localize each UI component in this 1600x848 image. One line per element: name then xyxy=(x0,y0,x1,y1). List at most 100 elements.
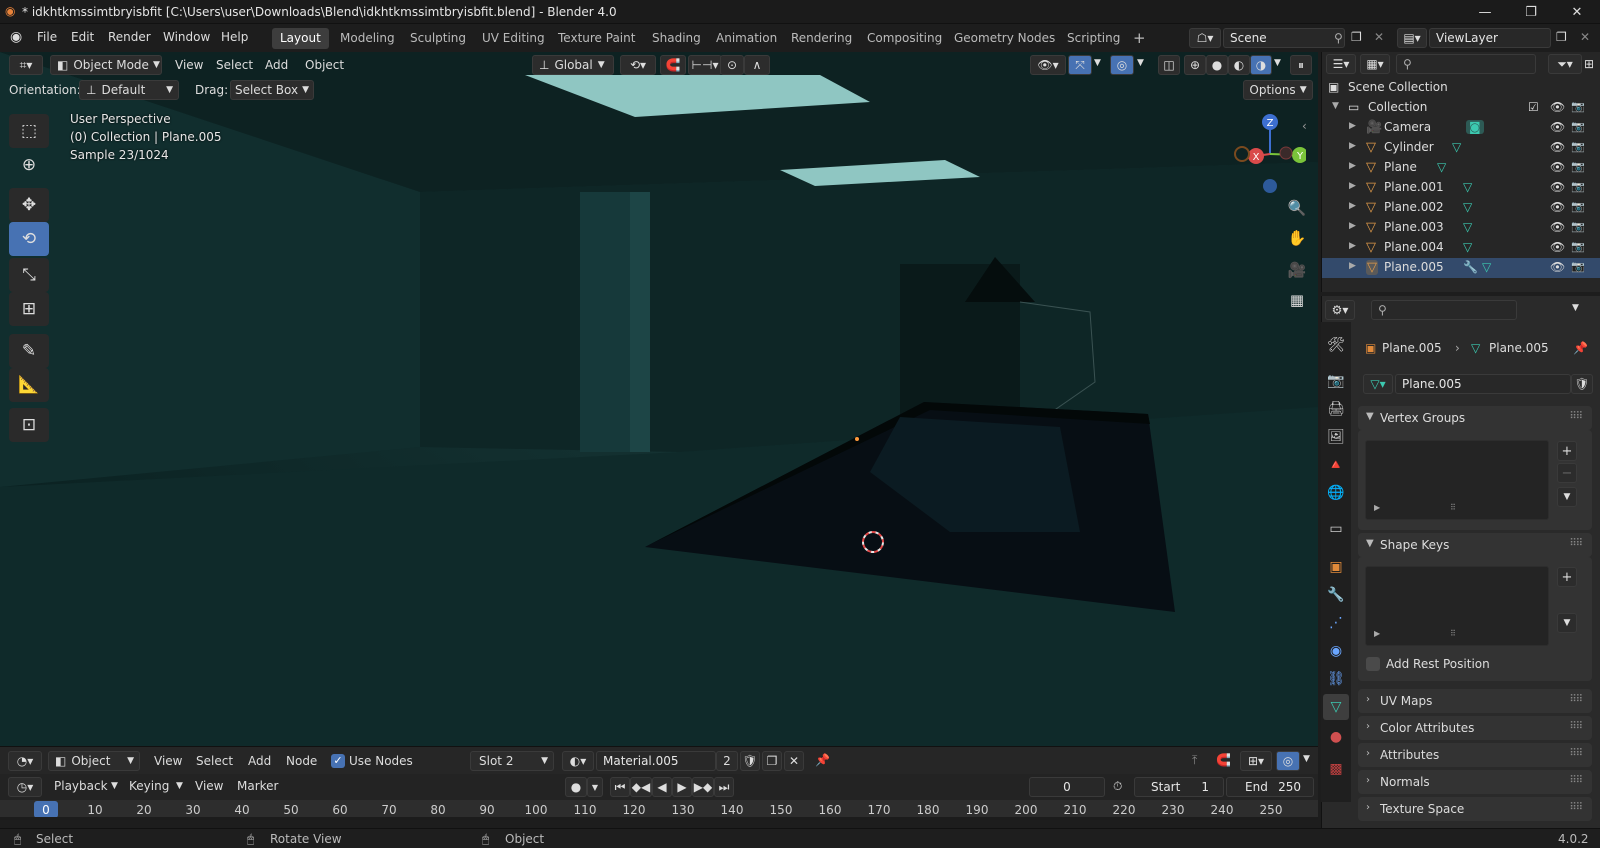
solid-shading-icon[interactable]: ● xyxy=(1206,55,1228,75)
menu-edit[interactable]: Edit xyxy=(71,30,94,44)
menu-window[interactable]: Window xyxy=(163,30,210,44)
eye-icon[interactable]: 👁 xyxy=(1550,180,1565,194)
view-layer-icon[interactable]: ▤▾ xyxy=(1397,28,1427,48)
camera-render-icon[interactable]: 📷 xyxy=(1571,100,1585,113)
snap-icon[interactable]: 🧲 xyxy=(1216,753,1231,767)
timeline-ruler[interactable]: 0 10 20 30 40 50 60 70 80 90 100 110 120 130 140 150 160… xyxy=(0,800,1318,820)
timeline-scrollbar[interactable] xyxy=(0,817,1318,820)
shape-keys-list[interactable]: ▶ ⠿ xyxy=(1365,566,1549,646)
eye-icon[interactable]: 👁 xyxy=(1550,200,1565,214)
pivot-point-icon[interactable]: ⟲▾ xyxy=(620,55,656,75)
camera-render-icon[interactable]: 📷 xyxy=(1571,120,1585,133)
pause-render-icon[interactable]: ⏸ xyxy=(1290,55,1312,75)
scale-tool[interactable]: ⤡ xyxy=(9,258,49,292)
camera-render-icon[interactable]: 📷 xyxy=(1571,240,1585,253)
remove-vertex-group-button[interactable]: − xyxy=(1557,463,1577,483)
uv-maps-panel-header[interactable]: › UV Maps ⠿⠿ xyxy=(1358,689,1592,713)
camera-render-icon[interactable]: 📷 xyxy=(1571,140,1585,153)
mesh-name-field[interactable]: Plane.005 xyxy=(1395,374,1571,394)
new-collection-icon[interactable]: ⊞ xyxy=(1584,57,1594,71)
mesh-browse-icon[interactable]: ▽▾ xyxy=(1363,374,1393,394)
outliner-row-plane[interactable]: ▶ ▽ Plane ▽ 👁 📷 xyxy=(1322,158,1600,178)
material-users-count[interactable]: 2 xyxy=(716,751,738,771)
node-menu-node[interactable]: Node xyxy=(286,754,317,768)
fake-user-shield-icon[interactable]: 🛡 xyxy=(740,751,760,771)
pan-hand-icon[interactable]: ✋ xyxy=(1285,226,1309,250)
eye-icon[interactable]: 👁 xyxy=(1550,100,1565,114)
mesh-data-tab-icon[interactable]: ▽ xyxy=(1323,694,1349,720)
timeline-menu-playback[interactable]: Playback xyxy=(54,779,108,793)
attributes-panel-header[interactable]: › Attributes ⠿⠿ xyxy=(1358,743,1592,767)
mesh-data-icon[interactable]: ▽ xyxy=(1482,260,1491,274)
xray-toggle-icon[interactable]: ◫ xyxy=(1158,55,1180,75)
camera-render-icon[interactable]: 📷 xyxy=(1571,220,1585,233)
pin-icon[interactable]: ⚲ xyxy=(1334,31,1343,45)
mesh-data-icon[interactable]: ▽ xyxy=(1463,200,1472,214)
new-scene-icon[interactable]: ❐ xyxy=(1351,30,1362,44)
drag-grip-icon[interactable]: ⠿⠿ xyxy=(1569,802,1583,813)
scene-selector-icon[interactable]: ☖▾ xyxy=(1189,28,1221,48)
tool-tab-icon[interactable]: 🛠 xyxy=(1323,332,1349,358)
annotate-tool[interactable]: ✎ xyxy=(9,334,49,368)
transform-tool[interactable]: ⊞ xyxy=(9,292,49,326)
outliner-row-camera[interactable]: ▶ 🎥 Camera ◙ 👁 📷 xyxy=(1322,118,1600,138)
visibility-icon[interactable]: 👁▾ xyxy=(1030,55,1066,75)
3d-viewport[interactable]: ⌗▾ ◧ Object Mode ▼ View Select Add Objec… xyxy=(0,52,1318,746)
camera-render-icon[interactable]: 📷 xyxy=(1571,260,1585,273)
end-frame-field[interactable]: End 250 xyxy=(1226,777,1314,797)
material-tab-icon[interactable]: ● xyxy=(1323,724,1349,750)
tab-compositing[interactable]: Compositing xyxy=(859,28,950,49)
jump-to-keyframe-forward-icon[interactable]: ▶◆ xyxy=(692,777,714,797)
minimize-button[interactable]: — xyxy=(1462,0,1508,24)
display-mode-icon[interactable]: ▦▾ xyxy=(1360,54,1390,74)
chevron-down-icon[interactable]: ▼ xyxy=(1094,58,1101,68)
use-nodes-checkbox[interactable]: ✓ xyxy=(331,754,345,768)
breadcrumb-mesh[interactable]: Plane.005 xyxy=(1489,341,1549,355)
outliner-editor-type-icon[interactable]: ☰▾ xyxy=(1326,54,1356,74)
properties-search-input[interactable]: ⚲ xyxy=(1371,300,1517,320)
add-cube-tool[interactable]: ⊡ xyxy=(9,408,49,442)
jump-to-start-icon[interactable]: ⏮ xyxy=(610,777,630,797)
play-reverse-icon[interactable]: ◀ xyxy=(652,777,672,797)
normals-panel-header[interactable]: › Normals ⠿⠿ xyxy=(1358,770,1592,794)
camera-data-icon[interactable]: ◙ xyxy=(1466,120,1484,134)
add-vertex-group-button[interactable]: + xyxy=(1557,441,1577,461)
mesh-data-icon[interactable]: ▽ xyxy=(1452,140,1461,154)
expand-arrow-icon[interactable]: ▶ xyxy=(1374,629,1380,638)
eye-icon[interactable]: 👁 xyxy=(1550,140,1565,154)
node-menu-view[interactable]: View xyxy=(154,754,182,768)
shader-editor-type-icon[interactable]: ◔▾ xyxy=(8,751,42,771)
scene-name-field[interactable]: Scene xyxy=(1223,28,1345,48)
tab-sculpting[interactable]: Sculpting xyxy=(402,28,474,49)
proportional-edit-icon[interactable]: ⊙ xyxy=(720,55,744,75)
vertex-group-specials-button[interactable]: ▼ xyxy=(1557,487,1577,507)
chevron-down-icon[interactable]: ▼ xyxy=(1303,754,1310,764)
physics-tab-icon[interactable]: ◉ xyxy=(1323,638,1349,664)
eye-icon[interactable]: 👁 xyxy=(1550,160,1565,174)
jump-to-keyframe-back-icon[interactable]: ◆◀ xyxy=(630,777,652,797)
rendered-shading-icon[interactable]: ◑ xyxy=(1250,55,1272,75)
wireframe-shading-icon[interactable]: ⊕ xyxy=(1184,55,1206,75)
drag-grip-icon[interactable]: ⠿⠿ xyxy=(1569,775,1583,786)
breadcrumb-object[interactable]: Plane.005 xyxy=(1382,341,1442,355)
material-shading-icon[interactable]: ◐ xyxy=(1228,55,1250,75)
drag-grip-icon[interactable]: ⠿⠿ xyxy=(1569,694,1583,705)
expand-arrow-icon[interactable]: ▶ xyxy=(1349,181,1356,191)
collection-tab-icon[interactable]: ▭ xyxy=(1323,516,1349,542)
editor-type-icon[interactable]: ⌗▾ xyxy=(9,55,43,75)
tab-layout[interactable]: Layout xyxy=(272,28,329,49)
drag-grip-icon[interactable]: ⠿⠿ xyxy=(1569,748,1583,759)
measure-tool[interactable]: 📐 xyxy=(9,368,49,402)
view-layer-field[interactable]: ViewLayer xyxy=(1429,28,1551,48)
menu-render[interactable]: Render xyxy=(108,30,151,44)
timeline-menu-keying[interactable]: Keying xyxy=(129,779,169,793)
delete-scene-icon[interactable]: ✕ xyxy=(1374,30,1384,44)
material-browse-icon[interactable]: ◐▾ xyxy=(562,751,594,771)
mesh-data-icon[interactable]: ▽ xyxy=(1463,220,1472,234)
fake-user-shield-icon[interactable]: 🛡 xyxy=(1571,374,1593,394)
add-workspace-button[interactable]: + xyxy=(1125,26,1154,47)
start-frame-field[interactable]: Start 1 xyxy=(1134,777,1224,797)
drag-grip-icon[interactable]: ⠿⠿ xyxy=(1569,538,1583,549)
viewport-menu-select[interactable]: Select xyxy=(216,58,253,72)
resize-grip-icon[interactable]: ⠿ xyxy=(1450,629,1456,638)
